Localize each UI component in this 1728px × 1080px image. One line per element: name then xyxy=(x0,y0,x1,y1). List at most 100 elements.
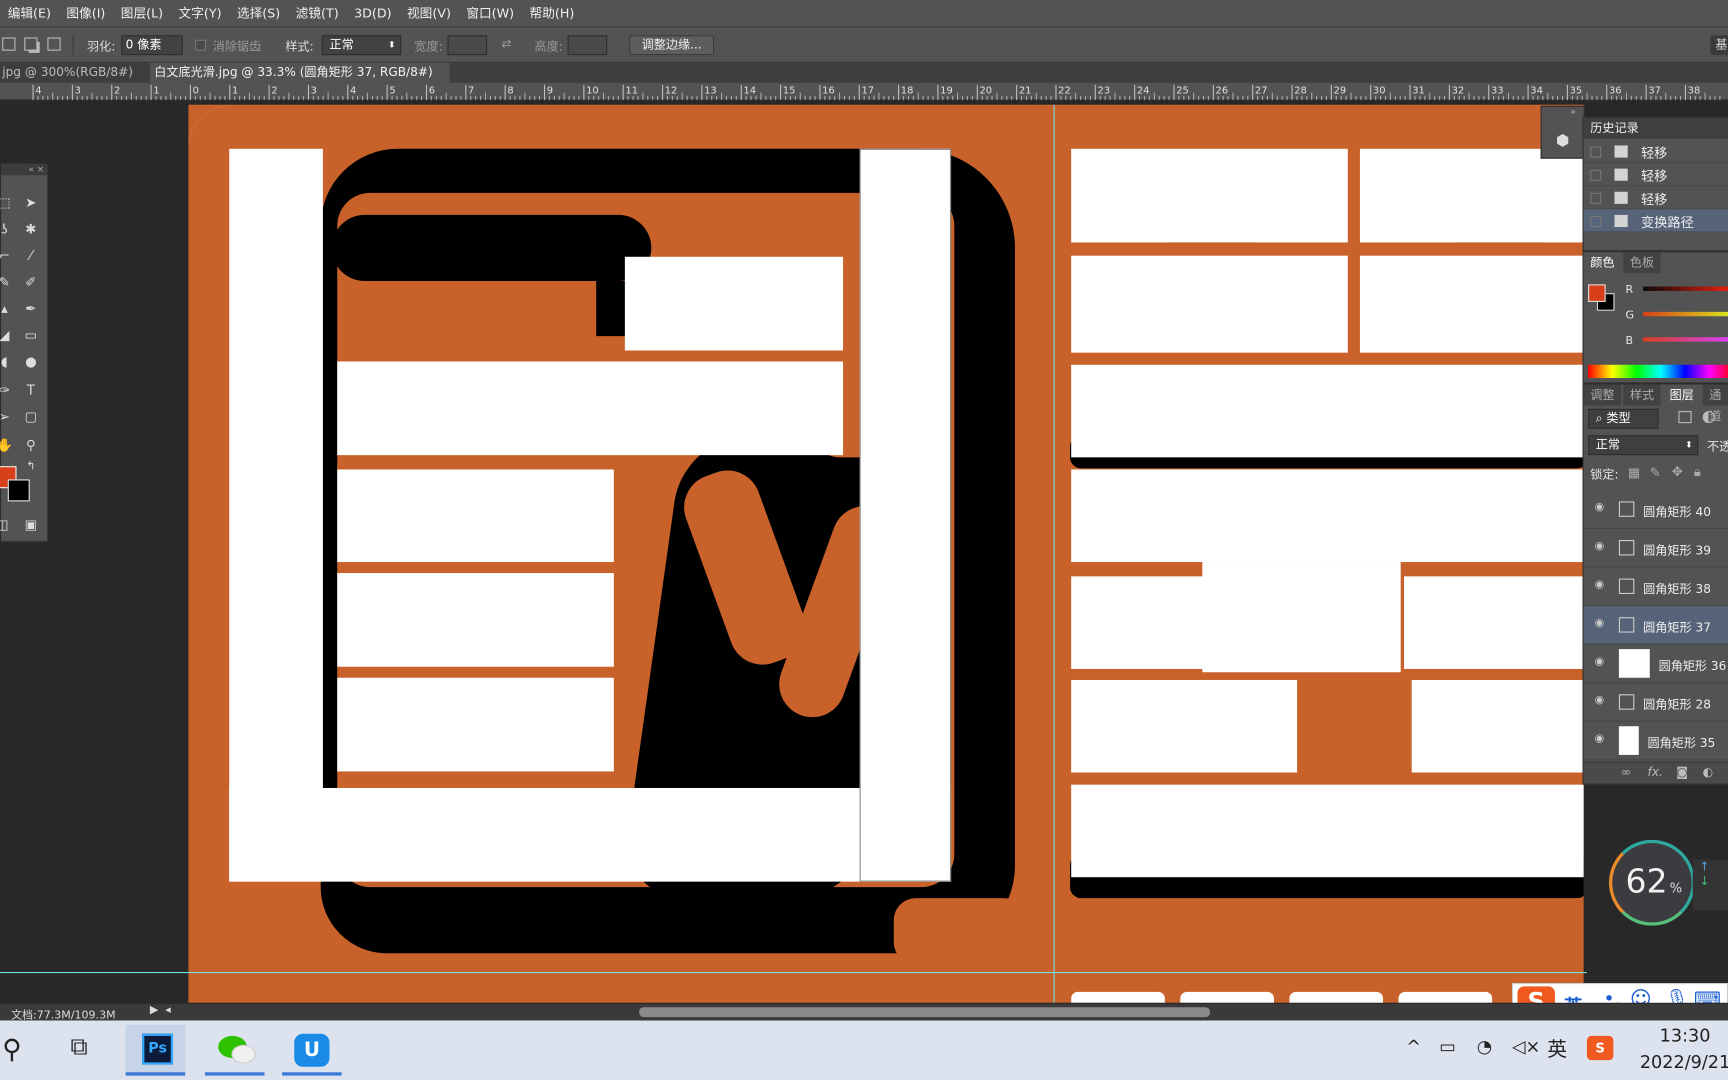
search-icon[interactable]: ⚲ xyxy=(2,1034,21,1065)
rounded-rect-shape[interactable] xyxy=(1071,255,1348,353)
taskbar-wechat[interactable] xyxy=(204,1025,265,1076)
taskbar-app[interactable]: U xyxy=(282,1025,342,1076)
fg-swatch[interactable] xyxy=(1588,284,1606,302)
menu-filter[interactable]: 滤镜(T) xyxy=(296,4,339,22)
menu-edit[interactable]: 编辑(E) xyxy=(8,4,51,22)
scroll-left-icon[interactable]: ◂ xyxy=(165,1004,171,1016)
history-brush-tool-icon[interactable]: ✒ xyxy=(23,301,38,316)
move-tool-icon[interactable]: ➤ xyxy=(23,195,38,210)
path-select-tool-icon[interactable]: ➢ xyxy=(0,409,12,424)
brush-tool-icon[interactable]: ✐ xyxy=(23,274,38,289)
rounded-rect-shape[interactable] xyxy=(1071,148,1348,243)
rounded-rect-shape[interactable] xyxy=(337,469,614,563)
status-menu-icon[interactable]: ▶ xyxy=(150,1004,158,1016)
expand-icon[interactable]: » xyxy=(1570,107,1575,117)
gradient-tool-icon[interactable]: ▭ xyxy=(23,327,38,342)
image-filter-icon[interactable] xyxy=(1678,411,1692,424)
feather-input[interactable]: 0 像素 xyxy=(121,35,183,56)
menu-type[interactable]: 文字(Y) xyxy=(179,4,222,22)
selection-new-icon[interactable] xyxy=(2,37,16,51)
rounded-rect-shape[interactable] xyxy=(229,787,952,882)
adjustment-layer-icon[interactable]: ◐ xyxy=(1703,765,1714,779)
rounded-rect-shape[interactable] xyxy=(624,256,844,351)
link-icon[interactable]: ∞ xyxy=(1621,765,1631,779)
blend-mode-select[interactable]: 正常 ⬍ xyxy=(1588,435,1699,456)
height-input[interactable] xyxy=(567,35,608,56)
eraser-tool-icon[interactable]: ◢ xyxy=(0,327,12,342)
screen-mode-icon[interactable]: ▣ xyxy=(23,517,38,532)
eye-icon[interactable]: ◉ xyxy=(1595,656,1608,668)
vertical-guide[interactable] xyxy=(1053,104,1055,1003)
checkbox[interactable] xyxy=(1590,215,1602,228)
eye-icon[interactable]: ◉ xyxy=(1595,579,1608,591)
lock-position-icon[interactable]: ✥ xyxy=(1672,464,1683,479)
healing-tool-icon[interactable]: ✎ xyxy=(0,274,12,289)
shape-tool-icon[interactable]: ▢ xyxy=(23,409,38,424)
lasso-tool-icon[interactable]: ʖ xyxy=(0,222,12,237)
menu-help[interactable]: 帮助(H) xyxy=(530,4,575,22)
rounded-rect-shape[interactable] xyxy=(1071,991,1165,1003)
lock-all-icon[interactable]: 🔒︎ xyxy=(1694,464,1701,481)
lock-transparent-icon[interactable]: ▦ xyxy=(1628,465,1641,480)
layer-row[interactable]: ◉ 圆角矩形 35 xyxy=(1583,722,1728,761)
rounded-rect-shape[interactable] xyxy=(1411,679,1584,773)
history-panel-title[interactable]: 历史记录 xyxy=(1583,117,1728,139)
background-color-swatch[interactable] xyxy=(7,479,30,502)
history-item[interactable]: 轻移 xyxy=(1583,140,1728,164)
width-input[interactable] xyxy=(447,35,488,56)
rounded-rect-shape[interactable] xyxy=(1359,255,1584,353)
eye-icon[interactable]: ◉ xyxy=(1595,695,1608,706)
type-tool-icon[interactable]: T xyxy=(23,382,38,397)
hand-tool-icon[interactable]: ✋ xyxy=(0,438,13,453)
dodge-tool-icon[interactable]: ● xyxy=(23,354,38,369)
network-speed-widget[interactable]: 62 % xyxy=(1608,839,1695,926)
selection-subtract-icon[interactable] xyxy=(47,37,61,51)
magic-wand-tool-icon[interactable]: ✱ xyxy=(23,222,38,237)
checkbox[interactable] xyxy=(1590,192,1602,204)
refine-edge-button[interactable]: 调整边缘... xyxy=(629,35,715,56)
horizontal-scrollbar[interactable] xyxy=(639,1007,1211,1018)
tab-document-1[interactable]: jpg @ 300%(RGB/8#) *× xyxy=(0,63,143,98)
antialias-checkbox[interactable] xyxy=(195,39,207,51)
mask-icon[interactable]: ◙ xyxy=(1676,765,1688,779)
menu-window[interactable]: 窗口(W) xyxy=(466,4,514,22)
rounded-rect-shape[interactable] xyxy=(1071,364,1584,458)
panel-header[interactable]: « × xyxy=(1,164,48,176)
history-item[interactable]: 轻移 xyxy=(1583,163,1728,187)
eye-icon[interactable]: ◉ xyxy=(1595,733,1608,745)
wifi-icon[interactable]: ◔ xyxy=(1477,1036,1492,1057)
history-item[interactable]: 轻移 xyxy=(1583,186,1728,210)
menu-layer[interactable]: 图层(L) xyxy=(121,4,163,22)
layer-row[interactable]: ◉ 圆角矩形 36 xyxy=(1583,645,1728,684)
tab-color[interactable]: 颜色 xyxy=(1583,252,1622,274)
rounded-rect-shape[interactable] xyxy=(1359,148,1584,243)
layer-row[interactable]: ◉ 圆角矩形 39 xyxy=(1583,529,1728,568)
lock-paint-icon[interactable]: ✎ xyxy=(1650,465,1661,480)
pen-tool-icon[interactable]: ✑ xyxy=(0,382,12,397)
tab-styles[interactable]: 样式 xyxy=(1623,384,1661,406)
rounded-rect-shape[interactable] xyxy=(1202,562,1401,673)
task-view-icon[interactable]: ⧉ xyxy=(71,1034,88,1062)
layer-row[interactable]: ◉ 圆角矩形 28 xyxy=(1583,683,1728,722)
rounded-rect-shape[interactable] xyxy=(1071,784,1584,878)
tab-document-2[interactable]: 白文底光滑.jpg @ 33.3% (圆角矩形 37, RGB/8#) *× xyxy=(149,62,450,98)
menu-view[interactable]: 视图(V) xyxy=(407,4,451,22)
rounded-rect-shape[interactable] xyxy=(1180,991,1274,1003)
tab-swatches[interactable]: 色板 xyxy=(1623,252,1661,274)
clock-date[interactable]: 2022/9/21 xyxy=(1640,1051,1728,1072)
checkbox[interactable] xyxy=(1590,146,1602,158)
eyedropper-tool-icon[interactable]: ⁄ xyxy=(23,248,38,263)
eye-icon[interactable]: ◉ xyxy=(1595,541,1608,552)
style-select[interactable]: 正常 ⬍ xyxy=(321,35,402,56)
history-item-selected[interactable]: 变换路径 xyxy=(1583,209,1728,233)
3d-cube-icon[interactable]: ⬢ xyxy=(1553,131,1573,151)
rounded-rect-shape[interactable] xyxy=(337,361,844,456)
layer-row[interactable]: ◉ 圆角矩形 40 xyxy=(1583,490,1728,529)
horizontal-guide[interactable] xyxy=(0,971,1587,974)
spectrum-bar[interactable] xyxy=(1588,364,1728,378)
fx-icon[interactable]: fx. xyxy=(1648,765,1663,779)
taskbar-photoshop[interactable]: Ps xyxy=(125,1024,186,1076)
sogou-tray-icon[interactable]: S xyxy=(1586,1035,1614,1061)
chevron-up-icon[interactable]: ^ xyxy=(1406,1036,1421,1057)
swap-colors-icon[interactable]: ↰ xyxy=(23,460,38,475)
